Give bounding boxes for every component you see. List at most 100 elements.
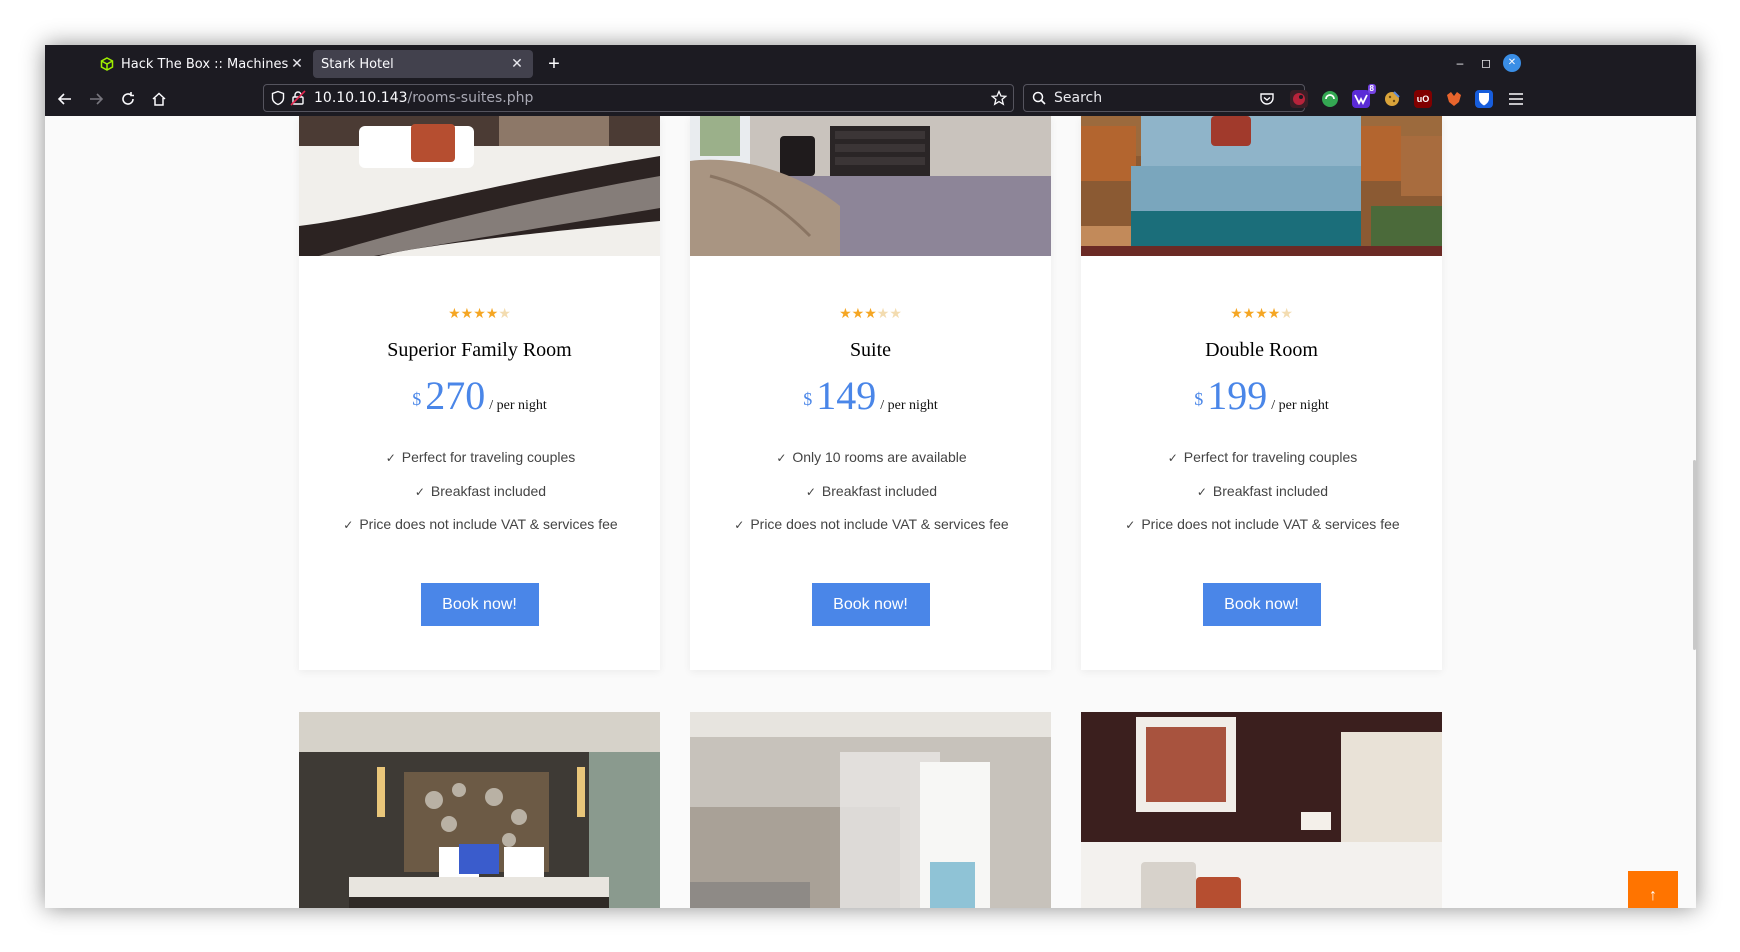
star-filled-icon: ★ [851, 305, 865, 321]
room-photo [299, 116, 660, 256]
star-rating: ★★★★★ [690, 305, 1051, 322]
star-empty-icon: ★ [889, 305, 902, 321]
star-rating: ★★★★★ [1081, 305, 1442, 322]
price-currency: $ [1194, 389, 1204, 409]
forward-arrow-icon [90, 93, 104, 105]
price-currency: $ [803, 389, 813, 409]
book-now-button[interactable]: Book now! [1202, 583, 1321, 626]
feature-text: Breakfast included [821, 482, 938, 499]
reload-icon [122, 92, 134, 105]
price-currency: $ [412, 389, 422, 409]
bitwarden-icon[interactable] [1475, 90, 1493, 108]
check-icon: ✓ [805, 484, 816, 499]
star-empty-icon: ★ [876, 305, 890, 321]
room-name: Suite [849, 339, 892, 361]
star-filled-icon: ★ [473, 305, 486, 321]
back-to-top-button[interactable]: ↑ [1628, 871, 1678, 908]
star-filled-icon: ★ [1255, 305, 1268, 321]
hacker-extension-icon[interactable] [1290, 90, 1308, 108]
star-filled-icon: ★ [460, 305, 474, 321]
maximize-button[interactable]: ◻ [1477, 54, 1495, 72]
url-host: 10.10.10.143 [314, 90, 408, 106]
room-price: $ 270 / per night [299, 372, 660, 419]
feature-item: ✓ Price does not include VAT & services f… [1081, 516, 1442, 550]
check-icon: ✓ [1125, 518, 1136, 532]
tab-title: Stark Hotel [321, 56, 394, 72]
ublock-text: uO [1416, 94, 1430, 104]
feature-text: Perfect for traveling couples [401, 449, 576, 465]
close-tab-icon[interactable]: ✕ [509, 56, 525, 72]
close-window-button[interactable]: ✕ [1503, 54, 1521, 72]
book-now-button[interactable]: Book now! [420, 583, 539, 626]
forward-button[interactable] [82, 85, 110, 113]
minimize-button[interactable]: – [1451, 54, 1469, 72]
star-filled-icon: ★ [485, 305, 499, 321]
check-icon: ✓ [1196, 484, 1207, 499]
price-period: / per night [880, 398, 938, 413]
insecure-lock-icon[interactable] [290, 90, 306, 106]
close-tab-icon[interactable]: ✕ [289, 56, 305, 72]
url-path: /rooms-suites.php [407, 90, 534, 106]
check-icon: ✓ [776, 451, 787, 465]
room-card: ★★★★★ Superior Family Room $ 270 / per n… [299, 116, 660, 670]
feature-text: Only 10 rooms are available [792, 449, 967, 465]
browser-window: Hack The Box :: Machines ✕ Stark Hotel ✕… [45, 45, 1696, 908]
back-button[interactable] [51, 85, 79, 113]
room-photo-partial [1081, 712, 1442, 908]
pocket-icon[interactable] [1258, 90, 1276, 108]
back-arrow-icon [57, 93, 71, 105]
feature-text: Perfect for traveling couples [1183, 449, 1358, 465]
price-period: / per night [1271, 398, 1329, 413]
feature-list: ✓ Perfect for traveling couples ✓ Breakfas… [1081, 449, 1442, 550]
star-filled-icon: ★ [1242, 305, 1256, 321]
hamburger-menu-icon[interactable] [1507, 90, 1525, 108]
feature-list: ✓ Perfect for traveling couples ✓ Breakfas… [299, 449, 660, 550]
room-price: $ 199 / per night [1081, 372, 1442, 419]
star-empty-icon: ★ [1280, 305, 1293, 321]
room-photo-partial [299, 712, 660, 908]
price-amount: 270 [425, 373, 486, 418]
shield-icon[interactable] [270, 90, 286, 106]
book-now-button[interactable]: Book now! [811, 583, 930, 626]
tab-title: Hack The Box :: Machines [121, 56, 289, 72]
feature-text: Price does not include VAT & services fe… [359, 516, 618, 532]
tab-stark-hotel[interactable]: Stark Hotel ✕ [313, 50, 533, 78]
price-period: / per night [489, 398, 547, 413]
check-icon: ✓ [343, 518, 354, 532]
check-icon: ✓ [385, 451, 396, 465]
address-bar[interactable]: 10.10.10.143/rooms-suites.php [263, 84, 1014, 112]
navigation-toolbar: 10.10.10.143/rooms-suites.php Search 8 u… [45, 81, 1696, 116]
feature-list: ✓ Only 10 rooms are available ✓ Breakfast … [690, 449, 1051, 550]
feature-text: Price does not include VAT & services fe… [1141, 516, 1400, 532]
url-text[interactable]: 10.10.10.143/rooms-suites.php [314, 90, 533, 106]
bookmark-star-icon[interactable] [991, 90, 1007, 106]
reload-button[interactable] [114, 85, 142, 113]
room-card: ★★★★★ Suite $ 149 / per night ✓ Only 10 r… [690, 116, 1051, 670]
wappalyzer-extension-icon[interactable]: 8 [1352, 84, 1376, 108]
tab-hack-the-box[interactable]: Hack The Box :: Machines ✕ [91, 50, 313, 78]
feature-item: ✓ Breakfast included [1081, 483, 1442, 517]
feature-item: ✓ Breakfast included [299, 483, 660, 517]
star-filled-icon: ★ [864, 305, 877, 321]
star-filled-icon: ★ [1230, 305, 1243, 321]
price-amount: 199 [1207, 373, 1268, 418]
star-filled-icon: ★ [448, 305, 461, 321]
foxyproxy-icon[interactable] [1445, 90, 1463, 108]
browser-chrome: Hack The Box :: Machines ✕ Stark Hotel ✕… [45, 45, 1696, 116]
star-empty-icon: ★ [498, 305, 511, 321]
feature-text: Breakfast included [1212, 482, 1329, 499]
home-icon [152, 92, 166, 106]
cookie-extension-icon[interactable] [1383, 90, 1401, 108]
scrollbar-thumb[interactable] [1693, 460, 1696, 650]
check-icon: ✓ [414, 484, 425, 499]
room-photo [690, 116, 1051, 256]
feature-item: ✓ Only 10 rooms are available [690, 449, 1051, 483]
new-tab-button[interactable]: + [541, 51, 567, 77]
home-button[interactable] [145, 85, 173, 113]
sync-extension-icon[interactable] [1321, 90, 1339, 108]
ublock-origin-icon[interactable]: uO [1414, 90, 1432, 108]
feature-item: ✓ Breakfast included [690, 483, 1051, 517]
star-filled-icon: ★ [1267, 305, 1281, 321]
feature-text: Breakfast included [430, 482, 547, 499]
page-content: ★★★★★ Superior Family Room $ 270 / per n… [45, 116, 1696, 908]
